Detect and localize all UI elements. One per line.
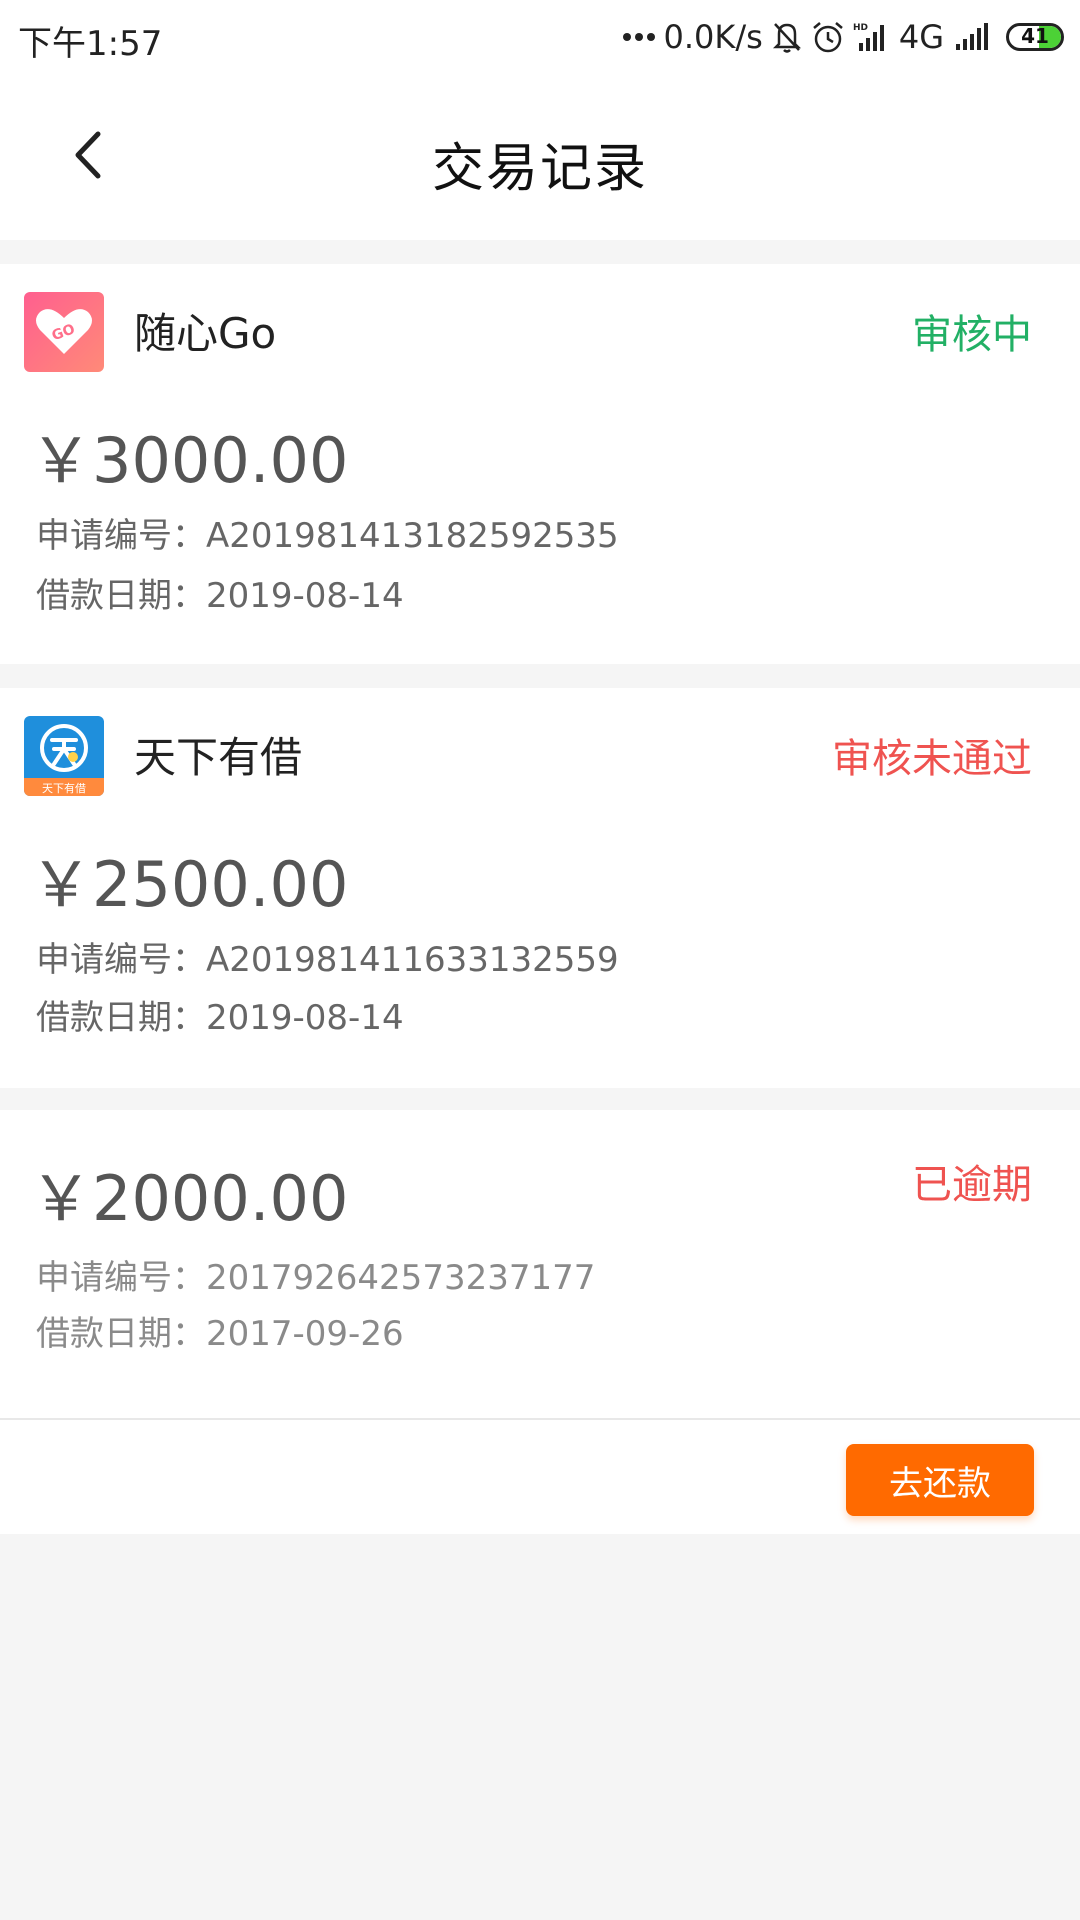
loan-date: 借款日期：2017-09-26 [36,1314,404,1354]
apply-number: 申请编号：A201981413182592535 [36,516,619,556]
status-bar: 下午1:57 0.0K/s HD 4G 41 [0,0,1080,74]
status-time: 下午1:57 [18,24,163,64]
repay-button[interactable]: 去还款 [846,1444,1034,1516]
loan-amount: ￥2500.00 [30,848,349,921]
loan-amount: ￥3000.00 [30,424,349,497]
tianxia-logo-icon: 天下有借 [24,716,104,796]
svg-text:HD: HD [853,23,868,33]
app-name: 随心Go [134,309,277,358]
loan-amount: ￥2000.00 [30,1162,349,1235]
battery-icon: 41 [1006,23,1064,51]
alarm-icon [811,20,845,54]
status-indicators: 0.0K/s HD 4G 41 [622,14,1064,60]
page-title: 交易记录 [431,139,648,199]
nav-bar: 交易记录 [0,74,1080,240]
mute-bell-icon [771,20,803,54]
network-speed: 0.0K/s [663,18,763,56]
loan-date: 借款日期：2019-08-14 [36,576,404,616]
heart-go-icon: GO [24,292,104,372]
status-badge: 审核中 [912,312,1032,358]
repay-bar: 去还款 [0,1418,1080,1534]
apply-number: 申请编号：201792642573237177 [36,1258,596,1298]
network-type: 4G [898,18,944,56]
signal-icon [952,22,992,52]
battery-level: 41 [1021,24,1049,48]
status-badge: 审核未通过 [832,736,1032,782]
loan-date: 借款日期：2019-08-14 [36,998,404,1038]
apply-number: 申请编号：A201981411633132559 [36,940,619,980]
hd-signal-icon: HD [853,21,891,53]
record-card[interactable]: GO 随心Go 审核中 ￥3000.00 申请编号：A2019814131825… [0,264,1080,664]
app-name: 天下有借 [134,733,303,782]
record-card[interactable]: 天下有借 天下有借 审核未通过 ￥2500.00 申请编号：A201981411… [0,688,1080,1088]
svg-text:天下有借: 天下有借 [42,781,86,795]
dots-icon [622,31,656,43]
status-badge: 已逾期 [912,1162,1032,1208]
